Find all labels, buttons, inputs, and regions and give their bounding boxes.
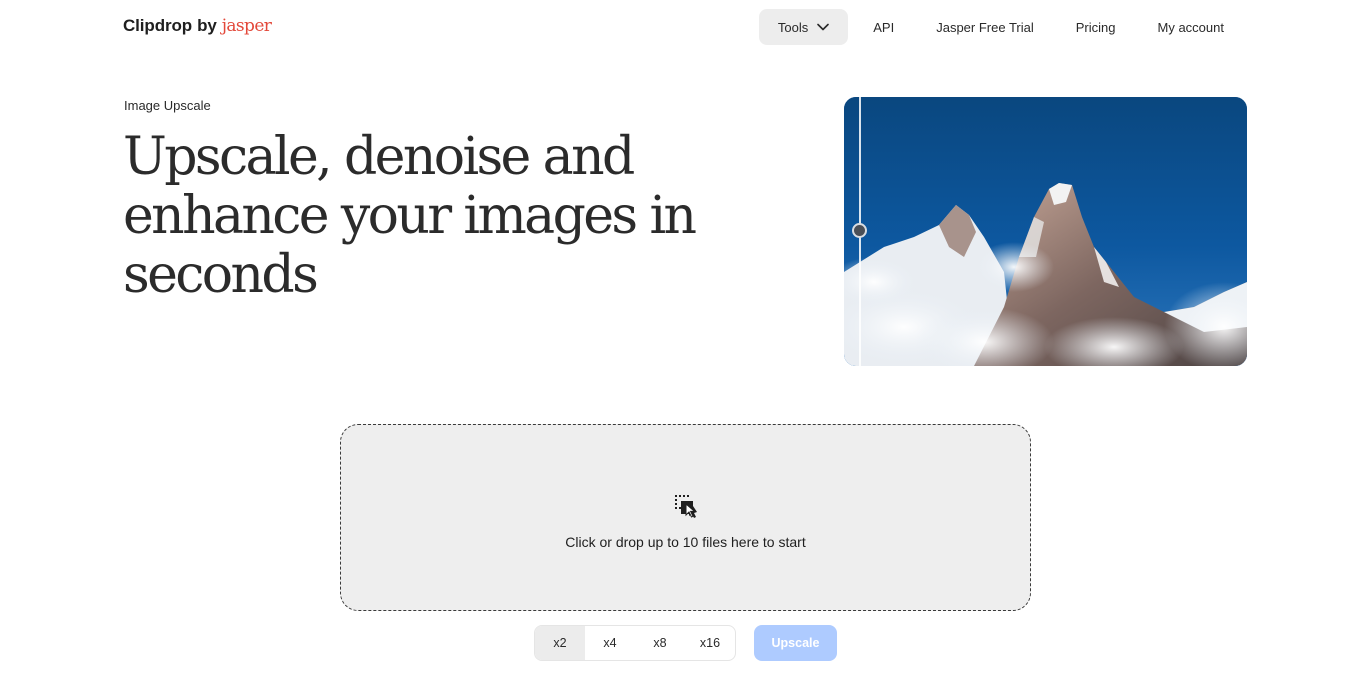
scale-option-x2[interactable]: x2 [535,626,585,660]
page-title: Upscale, denoise and enhance your images… [123,127,697,305]
hero-comparison-image[interactable] [844,97,1247,366]
scale-option-x16[interactable]: x16 [685,626,735,660]
nav-jasper-trial-link[interactable]: Jasper Free Trial [915,9,1055,45]
dropzone-text: Click or drop up to 10 files here to sta… [565,533,806,550]
nav-api-link[interactable]: API [852,9,915,45]
file-dropzone[interactable]: Click or drop up to 10 files here to sta… [340,424,1031,611]
nav-tools-dropdown[interactable]: Tools [758,9,849,45]
page-eyebrow: Image Upscale [124,98,211,113]
drop-files-icon [674,494,697,518]
brand-logo[interactable]: Clipdrop by jasper [123,16,272,36]
chevron-down-icon [817,23,830,31]
brand-name: Clipdrop [123,16,193,35]
nav-pricing-link[interactable]: Pricing [1055,9,1137,45]
nav-tools-label: Tools [777,19,809,35]
nav-my-account-link[interactable]: My account [1137,9,1245,45]
brand-by: by [197,16,217,35]
scale-selector: x2 x4 x8 x16 [534,625,736,661]
mountain-image [844,97,1247,366]
scale-option-x4[interactable]: x4 [585,626,635,660]
brand-partner: jasper [221,16,272,36]
top-nav: Tools API Jasper Free Trial Pricing My a… [758,9,1245,45]
upscale-button[interactable]: Upscale [754,625,837,661]
scale-option-x8[interactable]: x8 [635,626,685,660]
comparison-slider-handle[interactable] [852,223,867,238]
